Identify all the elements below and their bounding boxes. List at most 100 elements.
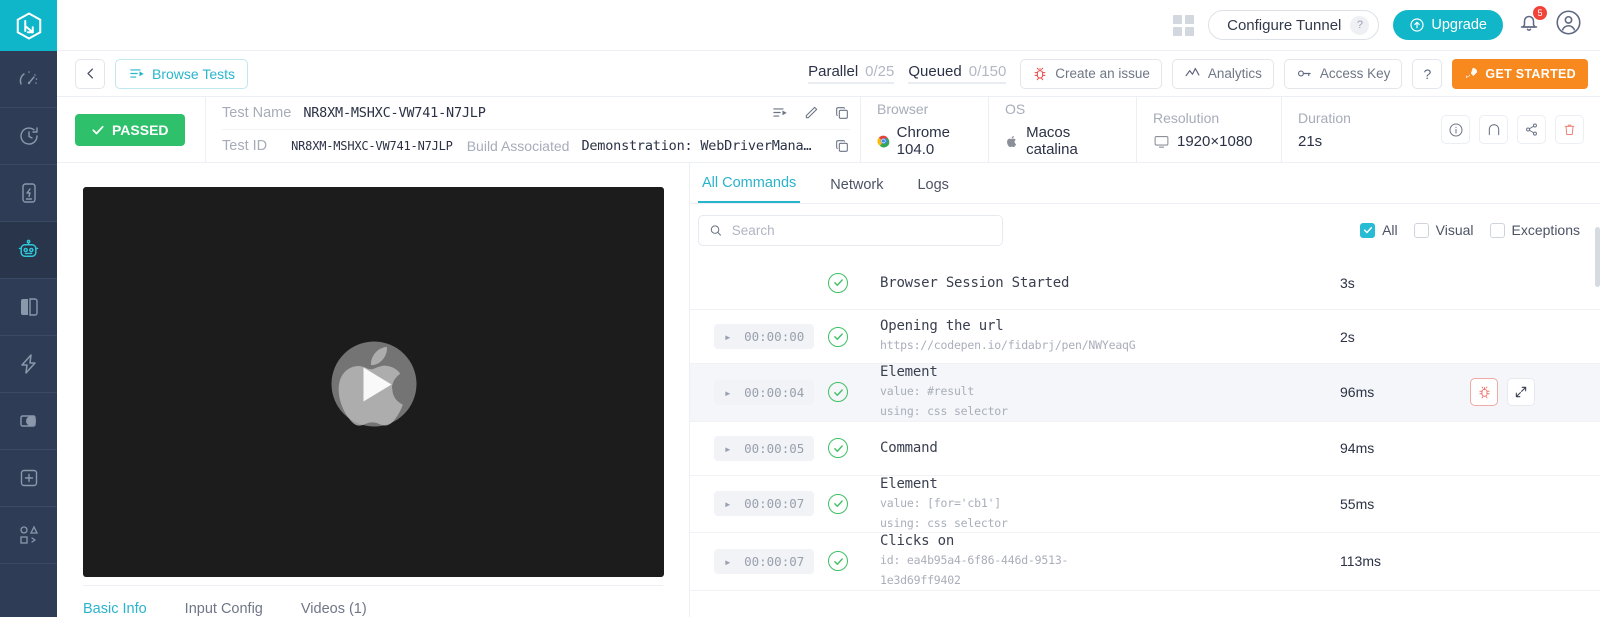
intersect-button[interactable] (1479, 115, 1508, 144)
row-timestamp[interactable]: ▸ 00:00:04 (714, 379, 815, 405)
filter-exceptions[interactable]: Exceptions (1489, 222, 1580, 238)
lambdatest-logo[interactable] (0, 0, 57, 51)
tab-network[interactable]: Network (826, 177, 887, 203)
search-box[interactable] (698, 214, 1003, 246)
parallel-value: 0/25 (865, 63, 895, 80)
commands-list: Browser Session Started 3s ▸ 00:00:00 Op… (690, 256, 1600, 617)
delete-icon (1564, 124, 1575, 135)
browse-tests-button[interactable]: Browse Tests (115, 58, 248, 89)
row-timestamp-cell: ▸ 00:00:07 (698, 548, 828, 574)
info-button[interactable] (1441, 115, 1470, 144)
row-duration: 3s (1340, 274, 1355, 291)
rail-item-contrast-circle[interactable] (0, 393, 57, 450)
row-expand-button[interactable] (1507, 378, 1535, 407)
copy-icon[interactable] (834, 105, 850, 121)
test-name-label: Test Name (222, 104, 292, 121)
tab-logs[interactable]: Logs (913, 177, 952, 203)
build-associated-label: Build Associated (466, 137, 570, 154)
rail-item-shapes-code[interactable] (0, 507, 57, 564)
analytics-button[interactable]: Analytics (1171, 58, 1274, 89)
row-bug-button[interactable] (1470, 378, 1498, 407)
row-duration: 94ms (1340, 440, 1375, 456)
get-started-button[interactable]: GET STARTED (1452, 58, 1588, 89)
search-input[interactable] (731, 222, 992, 238)
status-cell: PASSED (75, 97, 205, 162)
filter-all-checkbox[interactable] (1360, 222, 1376, 238)
filter-all[interactable]: All (1360, 222, 1398, 238)
row-subtitle: value: #result (880, 384, 975, 398)
rail-item-lightning-bolt[interactable] (0, 336, 57, 393)
user-avatar-icon[interactable] (1555, 9, 1582, 41)
spec-os-label: OS (1005, 101, 1026, 117)
spec-os: OS Macos catalina (988, 97, 1136, 162)
help-button[interactable]: ? (1412, 58, 1443, 89)
rail-item-speedometer[interactable] (0, 51, 57, 108)
spec-duration: Duration 21s (1281, 97, 1391, 162)
table-row[interactable]: ▸ 00:00:05 Command 94ms (690, 422, 1600, 476)
row-timestamp-label: 00:00:07 (744, 496, 805, 512)
row-description-cell: Browser Session Started (880, 275, 1340, 291)
notification-badge: 5 (1533, 5, 1547, 20)
play-icon[interactable] (331, 341, 416, 427)
configure-tunnel-help-icon[interactable]: ? (1350, 15, 1370, 35)
upgrade-button[interactable]: Upgrade (1393, 10, 1503, 40)
bug-icon (1034, 67, 1046, 80)
access-key-button[interactable]: Access Key (1283, 58, 1403, 89)
row-timestamp-label: 00:00:00 (744, 329, 805, 344)
spec-browser-value: Chrome 104.0 (896, 124, 951, 158)
filter-exceptions-checkbox[interactable] (1489, 222, 1505, 238)
info-icon (1449, 123, 1462, 136)
table-row[interactable]: ▸ 00:00:07 Element value: [for='cb1'] us… (690, 476, 1600, 533)
table-row[interactable]: ▸ 00:00:07 Clicks on id: ea4b95a4-6f86-4… (690, 533, 1600, 591)
row-timestamp[interactable]: ▸ 00:00:07 (714, 548, 815, 574)
video-player[interactable] (83, 187, 664, 577)
filter-visual-checkbox[interactable] (1413, 222, 1429, 238)
test-name-cell: Test Name NR8XM-MSHXC-VW741-N7JLP Test I… (205, 97, 860, 162)
list-play-icon[interactable] (771, 104, 788, 121)
table-row[interactable]: ▸ 00:00:00 Opening the url https://codep… (690, 310, 1600, 364)
back-button[interactable] (75, 58, 105, 89)
row-timestamp[interactable]: ▸ 00:00:07 (714, 491, 815, 517)
edit-pencil-icon[interactable] (803, 105, 819, 121)
tab-all-commands[interactable]: All Commands (698, 175, 801, 203)
row-timestamp-label: 00:00:07 (744, 553, 805, 569)
notification-bell-icon[interactable]: 5 (1517, 5, 1547, 40)
tab-basic-info[interactable]: Basic Info (83, 601, 147, 617)
spec-duration-value: 21s (1298, 132, 1323, 150)
configure-tunnel-button[interactable]: Configure Tunnel ? (1208, 10, 1380, 40)
row-title: Command (880, 440, 938, 456)
parallel-stat: Parallel 0/25 (808, 63, 895, 84)
tab-input-config[interactable]: Input Config (185, 601, 263, 617)
video-pane: Basic Info Input Config Videos (1) (57, 163, 690, 617)
rail-item-plus-square[interactable] (0, 450, 57, 507)
rail-item-robot[interactable] (0, 222, 57, 279)
row-subtitle: id: ea4b95a4-6f86-446d-9513- (880, 553, 1069, 567)
chrome-icon (877, 135, 890, 148)
share-button[interactable] (1517, 115, 1546, 144)
row-timestamp[interactable]: ▸ 00:00:00 (714, 324, 815, 349)
create-issue-button[interactable]: Create an issue (1020, 58, 1162, 89)
row-subtitle-2: using: css selector (880, 404, 1008, 419)
row-description-cell: Opening the url https://codepen.io/fidab… (880, 318, 1340, 354)
row-description-cell: Command (880, 440, 1340, 456)
rail-item-device-lightning[interactable] (0, 165, 57, 222)
line-chart-icon (1185, 67, 1200, 77)
spec-resolution-label: Resolution (1153, 109, 1220, 126)
table-row[interactable]: ▸ 00:00:04 Element value: #result using:… (690, 364, 1600, 422)
status-badge[interactable]: PASSED (75, 113, 185, 146)
grid-apps-icon[interactable] (1173, 14, 1195, 36)
rail-item-split-screen[interactable] (0, 279, 57, 336)
delete-button[interactable] (1555, 115, 1584, 144)
table-row[interactable]: Browser Session Started 3s (690, 256, 1600, 310)
spec-duration-label: Duration (1298, 109, 1351, 126)
tab-videos[interactable]: Videos (1) (301, 601, 367, 617)
filter-visual[interactable]: Visual (1413, 222, 1474, 238)
copy-icon[interactable] (834, 138, 850, 154)
monitor-icon (1154, 135, 1169, 148)
check-circle-icon (828, 493, 848, 514)
share-icon (1526, 123, 1537, 136)
row-timestamp[interactable]: ▸ 00:00:05 (714, 435, 815, 461)
row-title: Clicks on (880, 533, 955, 549)
page-scrollbar[interactable] (1595, 227, 1600, 287)
rail-item-clock-history[interactable] (0, 108, 57, 165)
